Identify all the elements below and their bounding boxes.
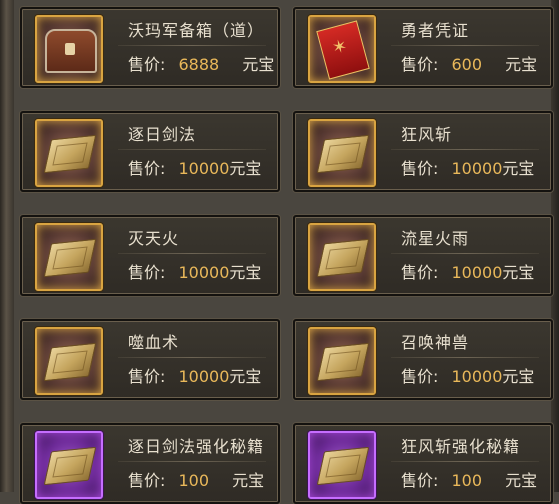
skill-book-icon [308,431,376,499]
price-row: 售价: 10000元宝 [128,155,261,179]
price-row: 售价: 10000元宝 [401,363,534,387]
item-name: 灭天火 [128,229,180,248]
shop-item-card[interactable]: 灭天火 售价: 10000元宝 [20,215,280,296]
item-name: 狂风斩强化秘籍 [401,437,521,456]
shop-item-card[interactable]: 狂风斩 售价: 10000元宝 [293,111,553,192]
price-label: 售价: [128,471,166,490]
divider [391,461,539,462]
skill-book-icon [35,119,103,187]
divider [391,357,539,358]
price-value: 10000 [178,159,230,178]
price-value: 600 [451,55,483,74]
shop-item-card[interactable]: 流星火雨 售价: 10000元宝 [293,215,553,296]
divider [391,45,539,46]
item-name: 流星火雨 [401,229,470,248]
price-value: 100 [451,471,483,490]
skill-book-icon [35,327,103,395]
currency-label: 元宝 [229,263,262,282]
price-row: 售价: 6888 元宝 [128,51,274,75]
red-token-icon [308,15,376,83]
price-label: 售价: [401,367,439,386]
currency-label: 元宝 [502,367,535,386]
item-name: 狂风斩 [401,125,453,144]
skill-book-icon [35,431,103,499]
shop-item-card[interactable]: 噬血术 售价: 10000元宝 [20,319,280,400]
divider [118,253,266,254]
currency-label: 元宝 [229,367,262,386]
price-row: 售价: 10000元宝 [128,363,261,387]
price-value: 6888 [178,55,220,74]
item-name: 勇者凭证 [401,21,470,40]
currency-label: 元宝 [242,55,275,74]
price-label: 售价: [401,263,439,282]
item-name: 噬血术 [128,333,180,352]
price-label: 售价: [128,159,166,178]
price-label: 售价: [128,55,166,74]
shop-item-card[interactable]: 召唤神兽 售价: 10000元宝 [293,319,553,400]
price-label: 售价: [128,263,166,282]
skill-book-icon [308,327,376,395]
shop-item-card[interactable]: 逐日剑法 售价: 10000元宝 [20,111,280,192]
divider [391,253,539,254]
divider [118,149,266,150]
currency-label: 元宝 [502,263,535,282]
price-row: 售价: 100 元宝 [401,467,537,491]
currency-label: 元宝 [505,55,538,74]
treasure-chest-icon [35,15,103,83]
currency-label: 元宝 [229,159,262,178]
item-name: 沃玛军备箱（道） [128,21,265,40]
divider [118,357,266,358]
currency-label: 元宝 [505,471,538,490]
price-value: 10000 [451,367,503,386]
divider [391,149,539,150]
skill-book-icon [308,223,376,291]
price-value: 10000 [178,263,230,282]
item-name: 召唤神兽 [401,333,470,352]
price-row: 售价: 10000元宝 [401,259,534,283]
price-row: 售价: 600 元宝 [401,51,537,75]
currency-label: 元宝 [502,159,535,178]
skill-book-icon [308,119,376,187]
item-name: 逐日剑法 [128,125,197,144]
divider [118,461,266,462]
price-value: 10000 [451,159,503,178]
shop-item-card[interactable]: 沃玛军备箱（道） 售价: 6888 元宝 [20,7,280,88]
shop-item-card[interactable]: 勇者凭证 售价: 600 元宝 [293,7,553,88]
price-label: 售价: [128,367,166,386]
divider [118,45,266,46]
price-value: 10000 [451,263,503,282]
skill-book-icon [35,223,103,291]
item-name: 逐日剑法强化秘籍 [128,437,265,456]
price-label: 售价: [401,471,439,490]
price-row: 售价: 10000元宝 [401,155,534,179]
price-label: 售价: [401,159,439,178]
price-row: 售价: 10000元宝 [128,259,261,283]
price-value: 10000 [178,367,230,386]
price-row: 售价: 100 元宝 [128,467,264,491]
currency-label: 元宝 [232,471,265,490]
price-label: 售价: [401,55,439,74]
price-value: 100 [178,471,210,490]
shop-frame-left [0,0,14,492]
